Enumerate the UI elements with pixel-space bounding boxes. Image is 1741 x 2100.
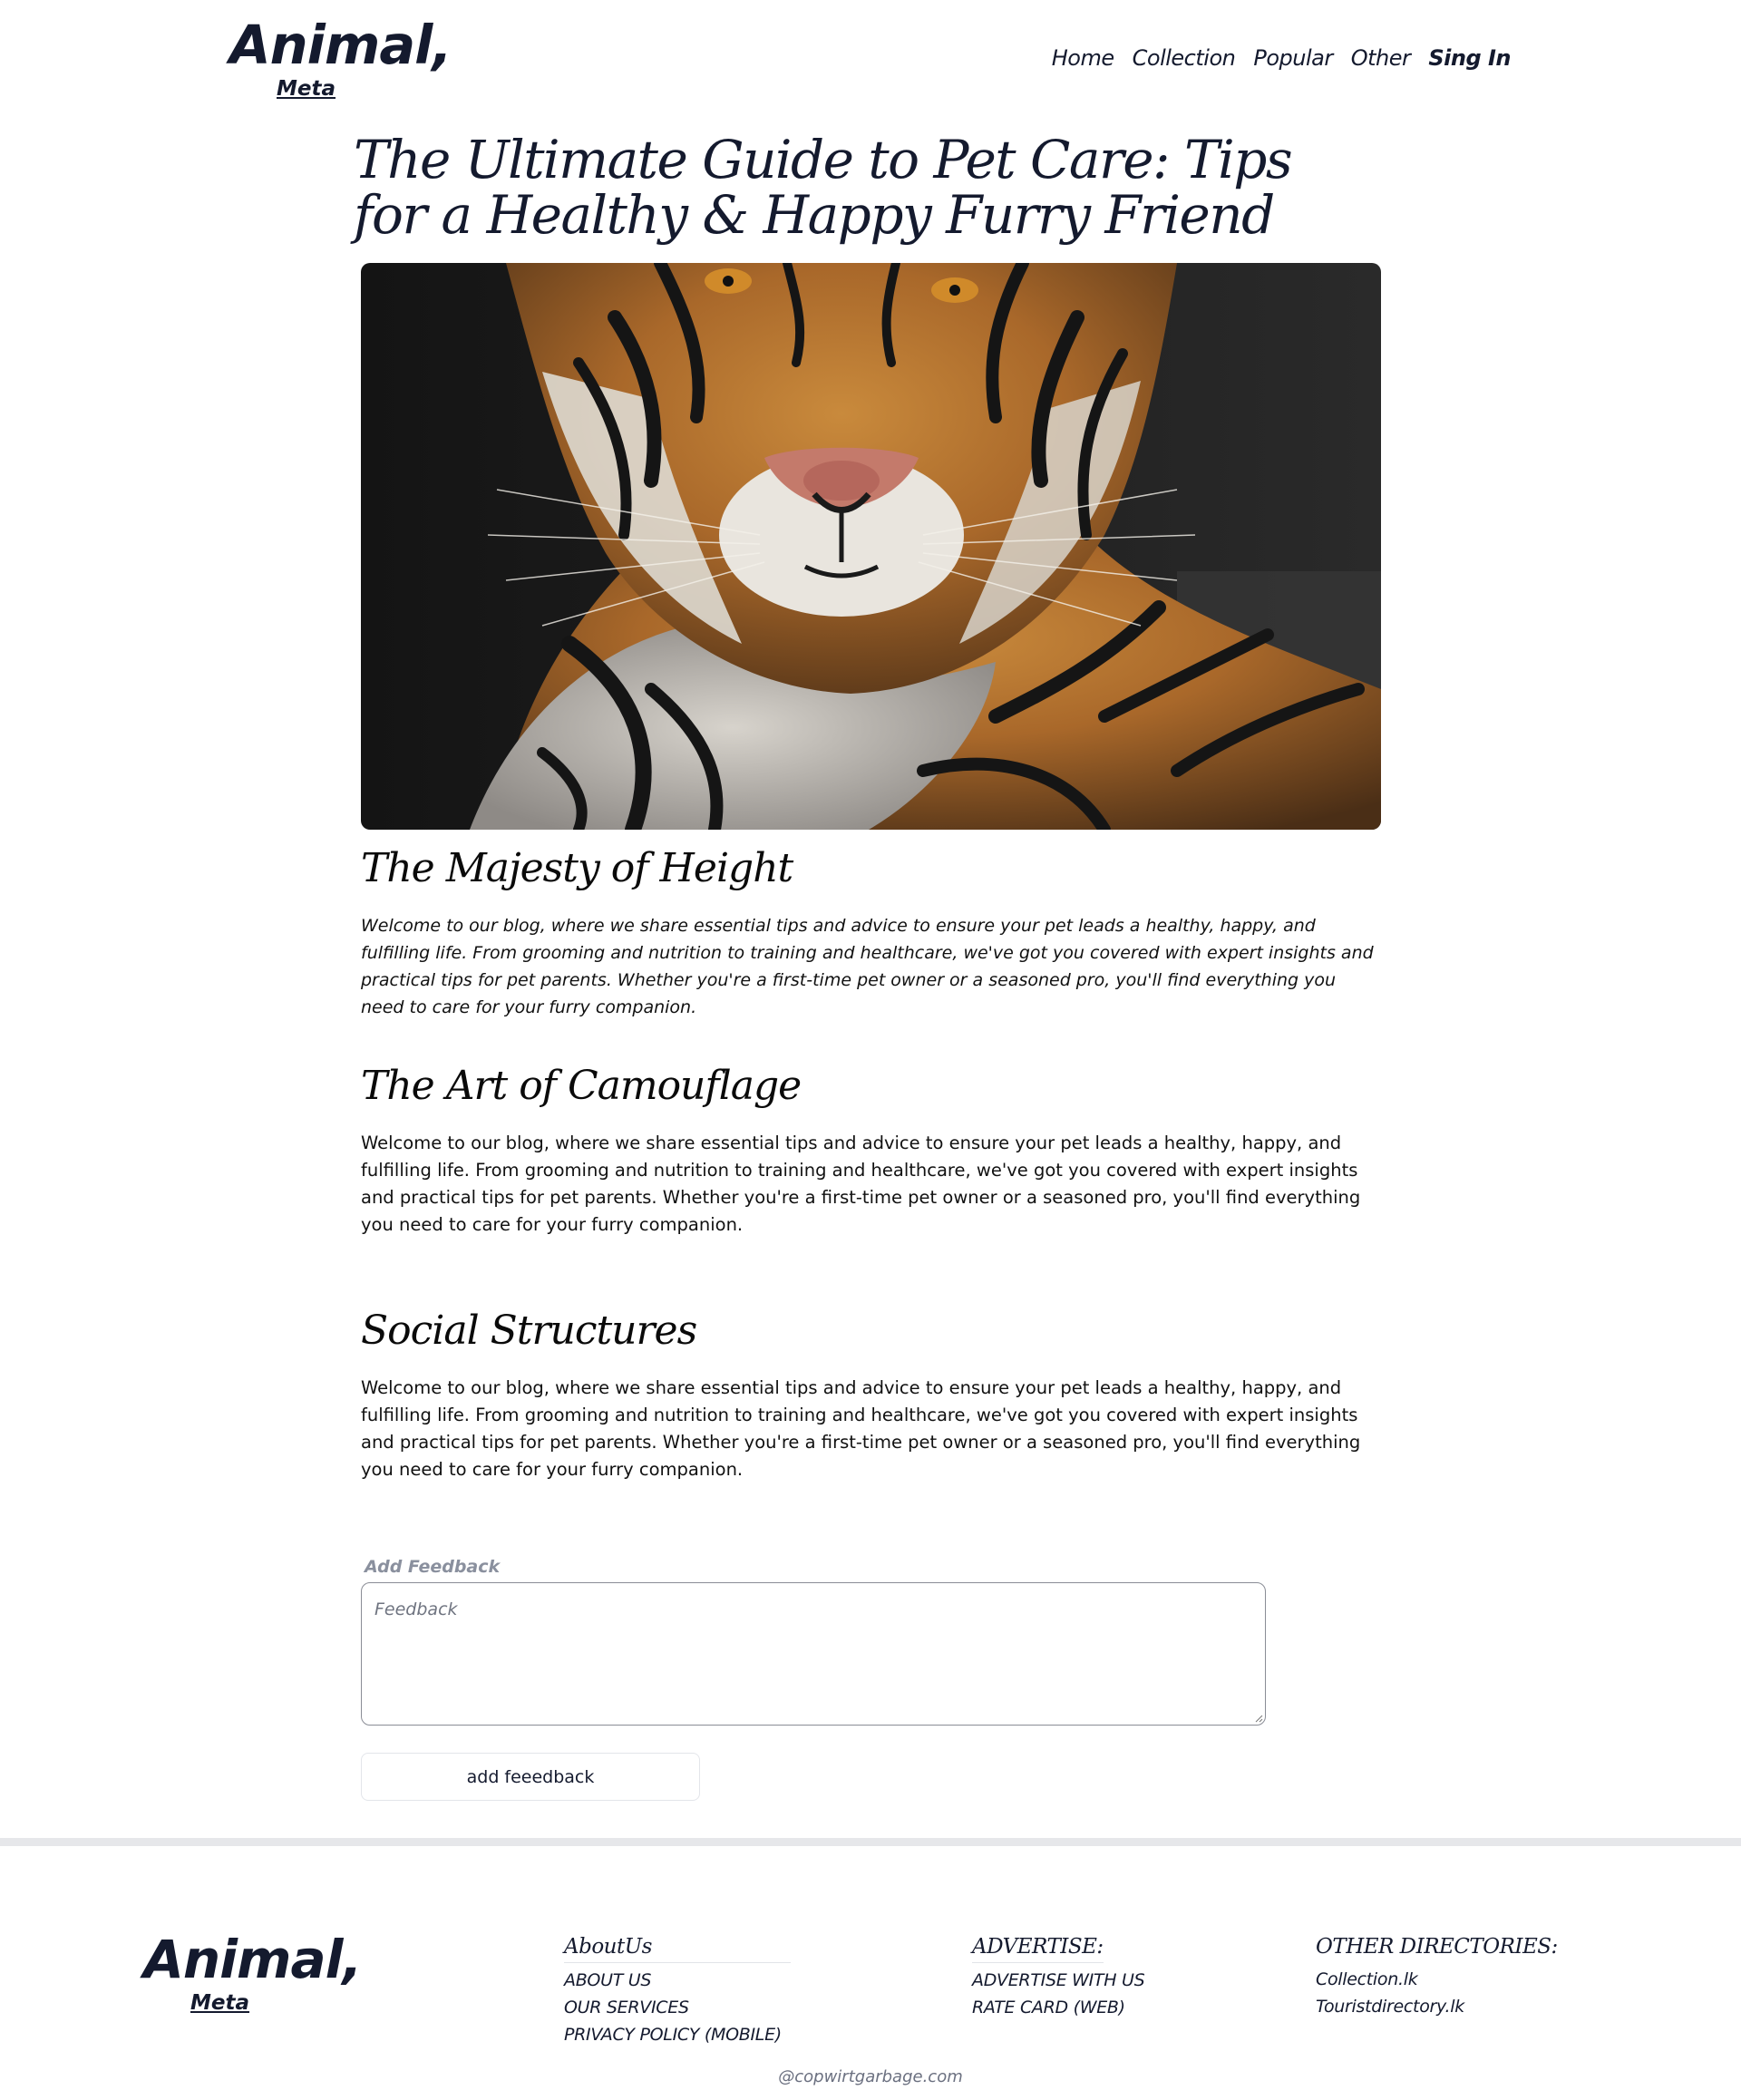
nav-other-link[interactable]: Other	[1351, 42, 1411, 74]
add-feedback-button[interactable]: add feeedback	[361, 1753, 700, 1801]
footer-link-privacy-policy[interactable]: PRIVACY POLICY (MOBILE)	[564, 2025, 782, 2045]
footer-logo-subtitle: Meta	[190, 1991, 250, 2015]
section-heading-3: Social Structures	[361, 1308, 697, 1354]
header-logo[interactable]: Animal, Meta	[229, 18, 452, 100]
footer-about-column: AboutUs ABOUT US OUR SERVICES PRIVACY PO…	[564, 1935, 791, 2048]
logo-wordmark: Animal,	[229, 14, 452, 76]
section-heading-2: The Art of Camouflage	[361, 1063, 802, 1109]
footer-link-touristdirectory-lk[interactable]: Touristdirectory.lk	[1316, 1997, 1464, 2017]
feedback-textarea[interactable]	[361, 1582, 1266, 1726]
footer-advertise-title: ADVERTISE:	[972, 1935, 1104, 1963]
main-nav: Home Collection Popular Other Sing In	[1034, 42, 1512, 74]
nav-popular-link[interactable]: Popular	[1253, 42, 1333, 74]
hero-image	[361, 263, 1381, 830]
feedback-label: Add Feedback	[365, 1557, 501, 1577]
logo-subtitle: Meta	[277, 77, 336, 101]
section-text-3: Welcome to our blog, where we share esse…	[361, 1377, 1361, 1480]
section-text-1: Welcome to our blog, where we share esse…	[361, 916, 1374, 1017]
tiger-image	[361, 263, 1381, 830]
footer-link-rate-card[interactable]: RATE CARD (WEB)	[972, 1998, 1125, 2017]
footer-logo-wordmark: Animal,	[143, 1929, 363, 1990]
page-title: The Ultimate Guide to Pet Care: Tips for…	[354, 129, 1293, 246]
nav-home-link[interactable]: Home	[1052, 42, 1114, 74]
footer-link-our-services[interactable]: OUR SERVICES	[564, 1998, 689, 2017]
footer-link-about-us[interactable]: ABOUT US	[564, 1970, 651, 1990]
footer: Animal, Meta AboutUs ABOUT US OUR SERVIC…	[0, 1838, 1741, 2100]
footer-link-advertise-with-us[interactable]: ADVERTISE WITH US	[972, 1970, 1145, 1990]
footer-directories-column: OTHER DIRECTORIES: Collection.lk Tourist…	[1316, 1935, 1558, 2020]
nav-collection-link[interactable]: Collection	[1133, 42, 1236, 74]
footer-link-collection-lk[interactable]: Collection.lk	[1316, 1969, 1418, 1989]
copyright-text: @copwirtgarbage.com	[778, 2067, 963, 2086]
sign-in-link[interactable]: Sing In	[1428, 42, 1511, 74]
section-heading-1: The Majesty of Height	[361, 845, 793, 891]
section-text-2: Welcome to our blog, where we share esse…	[361, 1133, 1361, 1235]
footer-advertise-column: ADVERTISE: ADVERTISE WITH US RATE CARD (…	[972, 1935, 1145, 2021]
footer-directories-title: OTHER DIRECTORIES:	[1316, 1935, 1558, 1959]
resize-handle-icon[interactable]	[1254, 1714, 1263, 1723]
footer-about-title: AboutUs	[564, 1935, 791, 1963]
footer-logo[interactable]: Animal, Meta	[143, 1929, 363, 2015]
